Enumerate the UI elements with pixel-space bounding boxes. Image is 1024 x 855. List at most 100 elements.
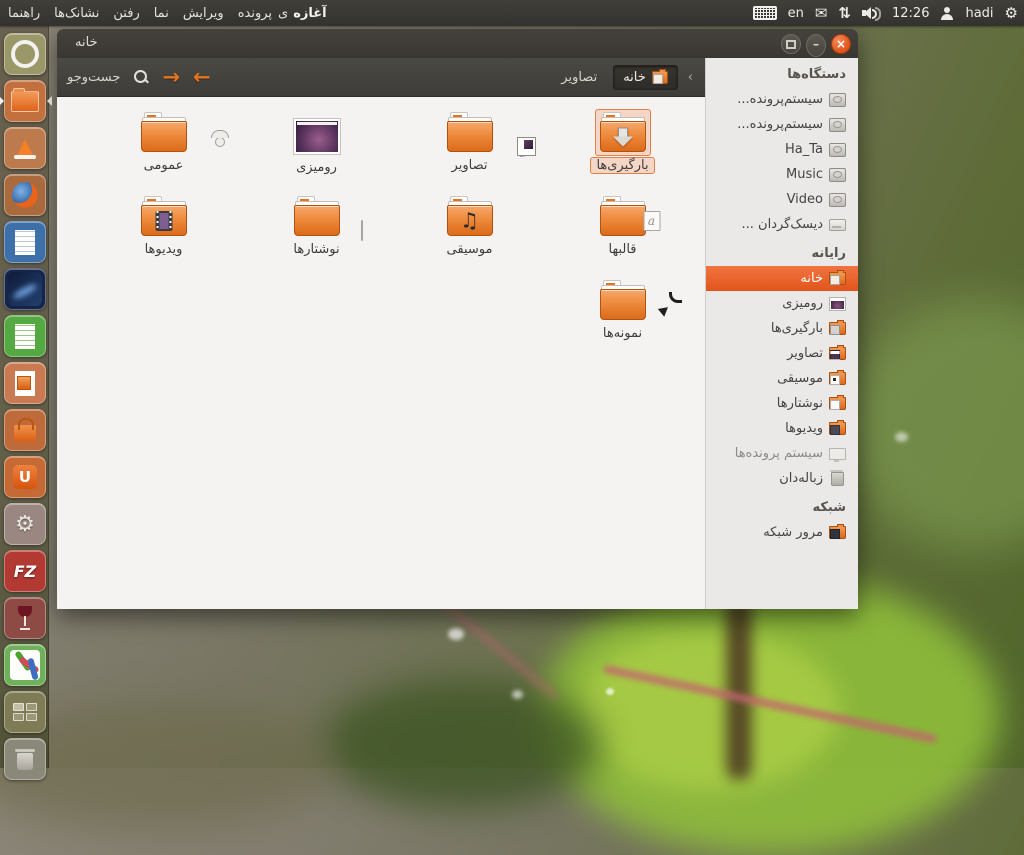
unity-launcher: U ⚙ FZ — [0, 26, 49, 768]
volume-icon[interactable] — [862, 6, 881, 20]
sidebar-item-pictures[interactable]: تصاویر — [706, 341, 858, 366]
system-tray: en ✉ ⇅ 12:26 hadi ⚙ — [753, 0, 1018, 26]
file-item-downloads[interactable]: بارگیری‌ها — [546, 109, 699, 193]
firefox-icon[interactable] — [4, 174, 46, 216]
desktop: { "colors":{"accent_orange":"#E8731A","s… — [0, 0, 1024, 768]
sidebar-item-home[interactable]: خانه — [706, 266, 858, 291]
user-icon — [940, 7, 954, 20]
libreoffice-impress-icon[interactable] — [4, 362, 46, 404]
file-item-videos[interactable]: ویدیوها — [87, 193, 240, 277]
file-item-documents[interactable]: نوشتارها — [240, 193, 393, 277]
maximize-button[interactable] — [781, 34, 801, 54]
sync-arrows-icon[interactable]: ⇅ — [838, 6, 851, 21]
menu-help[interactable]: راهنما — [8, 6, 40, 21]
breadcrumb-pictures[interactable]: تصاویر — [553, 66, 605, 89]
gear-glyph: ⚙ — [15, 512, 35, 537]
documents-folder-icon — [829, 397, 846, 410]
harddisk-icon — [829, 93, 846, 107]
sidebar-item-filesystem[interactable]: سیستم پرونده‌ها — [706, 441, 858, 466]
wallpaper-corner-olive — [0, 700, 340, 830]
app-title-menu[interactable]: آغازه — [293, 6, 326, 21]
water-drop — [606, 688, 614, 695]
ubuntu-dash-icon[interactable] — [4, 33, 46, 75]
sidebar-item-music-drive[interactable]: Music — [706, 162, 858, 187]
ubuntu-one-icon[interactable]: U — [4, 456, 46, 498]
sidebar-item-browse-network[interactable]: مرور شبکه — [706, 520, 858, 545]
filezilla-icon[interactable]: FZ — [4, 550, 46, 592]
toolbar: جست‌وجو → ← تصاویر خانه ‹ — [57, 58, 705, 97]
wallpaper-leaf-blob — [540, 575, 1000, 855]
files-folder-icon[interactable] — [4, 80, 46, 122]
sidebar-item-video-drive[interactable]: Video — [706, 187, 858, 212]
session-gear-icon[interactable]: ⚙ — [1005, 6, 1018, 21]
wallpaper-leaf-right — [845, 300, 1024, 550]
sidebar-item-videos[interactable]: ویدیوها — [706, 416, 858, 441]
wallpaper-leaf-bright — [580, 630, 840, 790]
workspace-switcher-icon[interactable] — [4, 691, 46, 733]
menu-bookmarks[interactable]: نشانک‌ها — [54, 6, 99, 21]
wine-glass-icon[interactable] — [4, 597, 46, 639]
sidebar-item-desktop[interactable]: رومیزی — [706, 291, 858, 316]
menu-file[interactable]: پرونده — [238, 6, 272, 21]
templates-folder-icon: a — [600, 196, 646, 237]
minimize-button[interactable]: – — [806, 34, 826, 57]
trash-can-icon[interactable] — [4, 738, 46, 780]
menu-view[interactable]: نما — [154, 6, 169, 21]
username-label[interactable]: hadi — [965, 6, 993, 21]
file-item-public[interactable]: عمومی — [87, 109, 240, 193]
keyboard-layout-label[interactable]: en — [788, 6, 804, 21]
pictures-folder-icon — [447, 112, 493, 153]
menu-edit[interactable]: ویرایش — [183, 6, 224, 21]
software-center-bag-icon[interactable] — [4, 409, 46, 451]
app-title-suffix: ی — [278, 6, 288, 21]
music-folder-icon — [829, 372, 846, 385]
places-sidebar: دستگاه‌ها سیستم‌پرونده... سیستم‌پرونده..… — [705, 58, 858, 609]
optical-drive-icon — [829, 219, 846, 231]
desktop-icon — [829, 297, 846, 311]
window-controls: – × — [781, 34, 851, 57]
vlc-cone-icon[interactable] — [4, 127, 46, 169]
sidebar-item-trash[interactable]: زباله‌دان — [706, 466, 858, 491]
main-column: جست‌وجو → ← تصاویر خانه ‹ — [57, 58, 705, 609]
system-settings-gear-icon[interactable]: ⚙ — [4, 503, 46, 545]
sidebar-item-documents[interactable]: نوشتارها — [706, 391, 858, 416]
file-item-desktop[interactable]: رومیزی — [240, 109, 393, 193]
libreoffice-calc-icon[interactable] — [4, 315, 46, 357]
template-sheet-emblem: a — [643, 211, 660, 231]
harddisk-icon — [829, 193, 846, 207]
back-arrow-icon[interactable]: ← — [193, 67, 211, 88]
drawing-app-icon[interactable] — [4, 644, 46, 686]
window-titlebar[interactable]: خانه – × — [57, 29, 858, 59]
sidebar-item-optical-drive[interactable]: دیسک‌گردان ... — [706, 212, 858, 237]
file-item-templates[interactable]: a قالبها — [546, 193, 699, 277]
mail-icon[interactable]: ✉ — [815, 6, 828, 21]
water-drop — [895, 432, 908, 442]
forward-arrow-icon[interactable]: → — [162, 67, 180, 88]
file-item-pictures[interactable]: تصاویر — [393, 109, 546, 193]
file-item-music[interactable]: ♫ موسیقی — [393, 193, 546, 277]
close-button[interactable]: × — [831, 34, 851, 54]
breadcrumb-pager-icon[interactable]: ‹ — [686, 70, 695, 85]
downloads-folder-icon — [600, 112, 646, 153]
wallpaper-stem-dark — [726, 600, 752, 780]
sidebar-item-hata-drive[interactable]: Ha_Ta — [706, 137, 858, 162]
sidebar-item-downloads[interactable]: بارگیری‌ها — [706, 316, 858, 341]
desktop-screenshot-icon — [293, 118, 341, 155]
sidebar-item-filesystem-device[interactable]: سیستم‌پرونده... — [706, 87, 858, 112]
libreoffice-writer-icon[interactable] — [4, 221, 46, 263]
wallpaper-pink-stem — [603, 665, 937, 744]
text-document-emblem — [361, 220, 363, 241]
examples-folder-icon — [600, 280, 646, 321]
breadcrumb-home-active[interactable]: خانه — [613, 65, 678, 90]
sidebar-item-music[interactable]: موسیقی — [706, 366, 858, 391]
music-note-emblem: ♫ — [460, 210, 479, 231]
sidebar-item-filesystem-device[interactable]: سیستم‌پرونده... — [706, 112, 858, 137]
search-icon[interactable] — [133, 69, 149, 85]
menu-go[interactable]: رفتن — [113, 6, 139, 21]
keyboard-indicator-icon[interactable] — [753, 6, 777, 20]
blue-space-app-icon[interactable] — [4, 268, 46, 310]
search-label[interactable]: جست‌وجو — [67, 70, 120, 85]
breadcrumb: تصاویر خانه ‹ — [553, 58, 695, 96]
clock[interactable]: 12:26 — [892, 6, 929, 21]
file-item-examples[interactable]: نمونه‌ها — [546, 277, 699, 361]
